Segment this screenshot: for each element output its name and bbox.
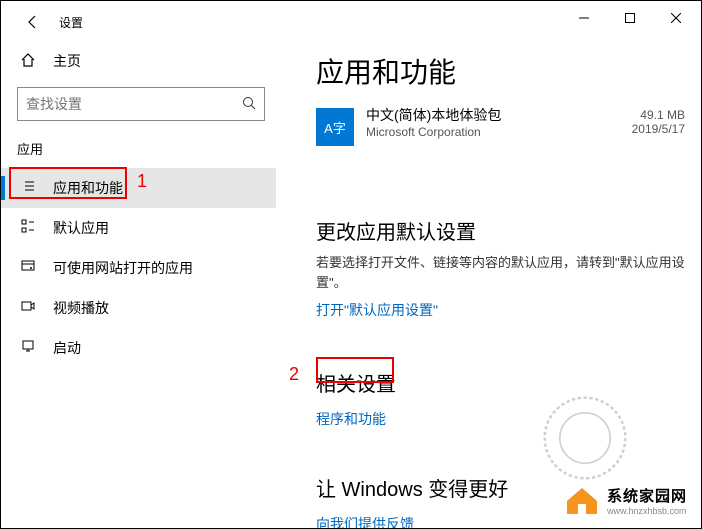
app-item-icon: A字 — [316, 108, 354, 146]
website-apps-icon — [17, 258, 39, 278]
window-title: 设置 — [59, 14, 83, 31]
sidebar-item-video-playback[interactable]: 视频播放 — [17, 288, 276, 328]
app-item-name: 中文(简体)本地体验包 — [366, 105, 632, 125]
search-input[interactable] — [26, 96, 242, 112]
house-icon — [565, 486, 599, 516]
video-icon — [17, 298, 39, 318]
circular-watermark — [543, 396, 627, 480]
sidebar-item-label: 应用和功能 — [53, 178, 123, 198]
content-area: 应用和功能 A字 中文(简体)本地体验包 Microsoft Corporati… — [276, 43, 701, 528]
sidebar-item-label: 可使用网站打开的应用 — [53, 258, 193, 278]
maximize-button[interactable] — [607, 3, 653, 33]
search-box[interactable] — [17, 87, 265, 121]
related-settings-title: 相关设置 — [316, 368, 685, 397]
feedback-link[interactable]: 向我们提供反馈 — [316, 514, 414, 528]
startup-icon — [17, 338, 39, 358]
default-apps-desc: 若要选择打开文件、链接等内容的默认应用，请转到"默认应用设置"。 — [316, 253, 685, 292]
sidebar-item-startup[interactable]: 启动 — [17, 328, 276, 368]
watermark-logo: 系统家园网 www.hnzxhbsb.com — [565, 485, 687, 516]
app-item-publisher: Microsoft Corporation — [366, 125, 632, 139]
back-button[interactable] — [21, 10, 45, 34]
list-icon — [17, 178, 39, 198]
default-apps-title: 更改应用默认设置 — [316, 216, 685, 245]
sidebar-item-label: 默认应用 — [53, 218, 109, 238]
sidebar-section-header: 应用 — [17, 139, 276, 158]
programs-features-link[interactable]: 程序和功能 — [316, 409, 386, 429]
sidebar-item-label: 启动 — [53, 338, 81, 358]
app-item-date: 2019/5/17 — [632, 122, 685, 136]
window-controls — [561, 3, 699, 33]
app-item-size: 49.1 MB — [632, 108, 685, 122]
app-list-item[interactable]: A字 中文(简体)本地体验包 Microsoft Corporation 49.… — [316, 97, 685, 156]
default-apps-link[interactable]: 打开"默认应用设置" — [316, 300, 438, 320]
watermark-text-cn: 系统家园网 — [607, 485, 687, 506]
annotation-number-2: 2 — [289, 364, 299, 385]
defaults-icon — [17, 218, 39, 238]
annotation-number-1: 1 — [137, 171, 147, 192]
sidebar-home[interactable]: 主页 — [17, 43, 276, 79]
sidebar-item-default-apps[interactable]: 默认应用 — [17, 208, 276, 248]
search-icon — [242, 96, 256, 113]
sidebar: 主页 应用 应用和功能 默认应用 可使用网站打开的应用 — [1, 43, 276, 528]
watermark-text-en: www.hnzxhbsb.com — [607, 506, 687, 516]
sidebar-item-label: 视频播放 — [53, 298, 109, 318]
home-icon — [17, 52, 39, 71]
close-button[interactable] — [653, 3, 699, 33]
sidebar-item-apps-for-websites[interactable]: 可使用网站打开的应用 — [17, 248, 276, 288]
minimize-button[interactable] — [561, 3, 607, 33]
home-label: 主页 — [53, 51, 81, 71]
page-title: 应用和功能 — [316, 51, 685, 91]
